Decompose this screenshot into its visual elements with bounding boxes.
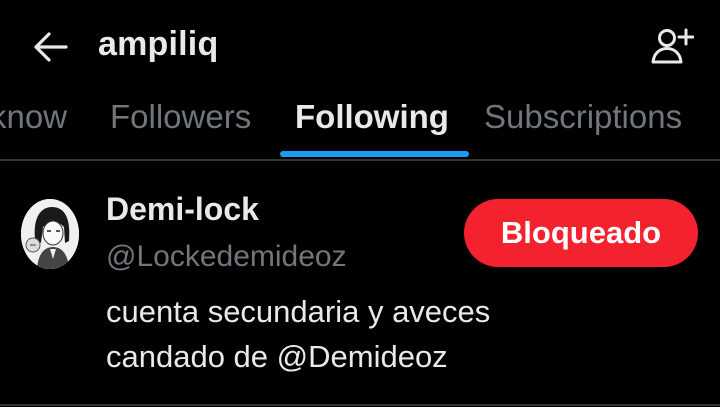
arrow-left-icon	[34, 32, 68, 62]
user-bio: cuenta secundaria y aveces candado de @D…	[106, 289, 626, 379]
tab-following[interactable]: Following	[295, 98, 449, 136]
top-bar: ampiliq	[0, 0, 720, 92]
tab-followers[interactable]: Followers	[110, 98, 251, 136]
tab-bar: know Followers Following Subscriptions	[0, 92, 720, 160]
blocked-button[interactable]: Bloqueado	[464, 199, 698, 267]
bio-line: candado de @Demideoz	[106, 339, 448, 374]
tab-know[interactable]: know	[0, 98, 67, 136]
follow-button[interactable]	[648, 26, 696, 66]
tab-subscriptions[interactable]: Subscriptions	[484, 98, 682, 136]
active-tab-indicator	[280, 151, 469, 157]
user-display-name[interactable]: Demi-lock	[106, 191, 259, 228]
profile-avatar-icon	[21, 199, 79, 269]
bio-line: cuenta secundaria y aveces	[106, 294, 491, 329]
user-handle: @Lockedemideoz	[106, 240, 347, 273]
user-list-item[interactable]: Demi-lock @Lockedemideoz Bloqueado cuent…	[0, 161, 720, 407]
avatar[interactable]	[21, 199, 79, 269]
page-title: ampiliq	[98, 25, 219, 63]
person-plus-icon	[651, 28, 694, 64]
row-divider	[0, 404, 720, 406]
back-button[interactable]	[30, 28, 70, 66]
